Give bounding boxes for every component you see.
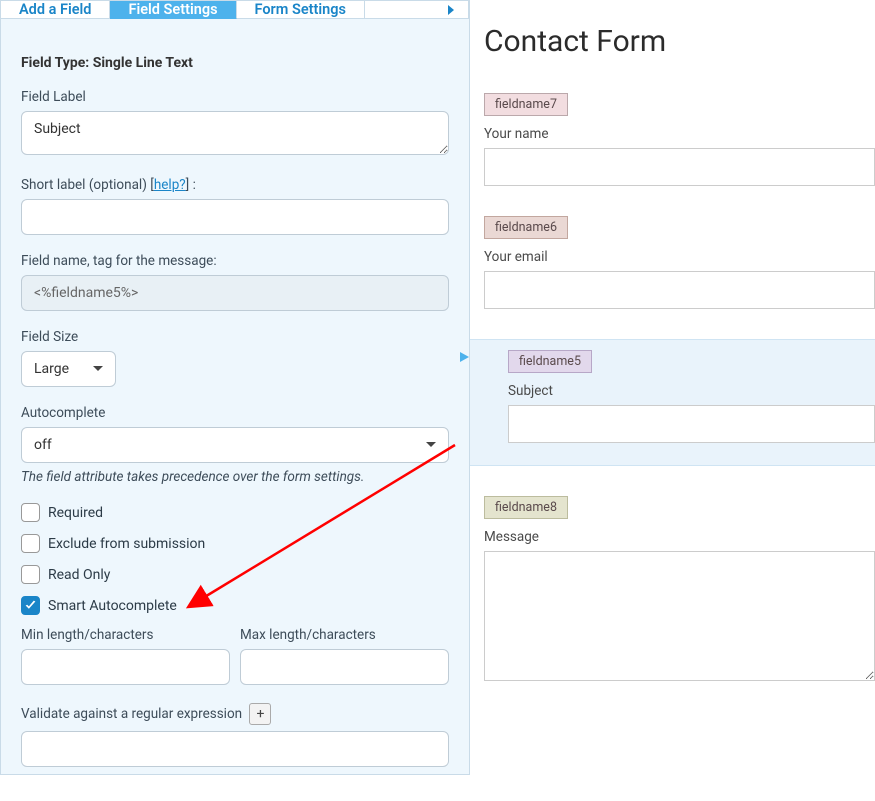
required-checkbox[interactable] [21, 503, 40, 522]
smart-autocomplete-checkbox[interactable] [21, 596, 40, 615]
tab-form-settings[interactable]: Form Settings [237, 1, 365, 19]
readonly-label: Read Only [48, 567, 110, 583]
preview-field-label: Your email [484, 249, 875, 265]
max-length-label: Max length/characters [240, 627, 449, 643]
preview-field-label: Message [484, 529, 875, 545]
preview-field-input[interactable] [484, 551, 875, 681]
preview-field-input[interactable] [484, 148, 875, 186]
autocomplete-note: The field attribute takes precedence ove… [21, 469, 449, 485]
field-tag: fieldname6 [484, 216, 568, 239]
form-title: Contact Form [484, 24, 875, 59]
max-length-input[interactable] [240, 649, 449, 685]
preview-field-fieldname5[interactable]: fieldname5 Subject [470, 339, 875, 466]
field-size-label: Field Size [21, 329, 449, 345]
preview-field-fieldname6[interactable]: fieldname6 Your email [484, 216, 875, 309]
min-length-input[interactable] [21, 649, 230, 685]
preview-field-label: Subject [508, 383, 875, 399]
regex-input[interactable] [21, 731, 449, 767]
exclude-checkbox[interactable] [21, 534, 40, 553]
short-label-input[interactable] [21, 199, 449, 235]
field-size-select[interactable]: Large [21, 351, 116, 387]
field-tag: fieldname5 [508, 350, 592, 373]
field-label-input[interactable]: Subject [21, 111, 449, 155]
selected-caret-icon [460, 352, 469, 362]
field-name-input [21, 275, 449, 311]
tab-field-settings[interactable]: Field Settings [110, 1, 236, 19]
field-tag: fieldname7 [484, 93, 568, 116]
short-label-label: Short label (optional) [help?] : [21, 177, 449, 193]
smart-autocomplete-label: Smart Autocomplete [48, 598, 177, 614]
readonly-checkbox[interactable] [21, 565, 40, 584]
tab-overflow[interactable] [365, 1, 469, 19]
preview-field-fieldname8[interactable]: fieldname8 Message [484, 496, 875, 685]
form-preview: Contact Form fieldname7Your namefieldnam… [470, 0, 875, 775]
preview-field-input[interactable] [484, 271, 875, 309]
caret-right-icon [446, 5, 456, 15]
field-tag: fieldname8 [484, 496, 568, 519]
preview-field-fieldname7[interactable]: fieldname7 Your name [484, 93, 875, 186]
required-label: Required [48, 505, 103, 521]
tabs: Add a Field Field Settings Form Settings [1, 1, 469, 19]
regex-label: Validate against a regular expression + [21, 703, 449, 725]
settings-panel: Add a Field Field Settings Form Settings… [0, 0, 470, 775]
regex-add-button[interactable]: + [249, 703, 271, 725]
field-label-label: Field Label [21, 89, 449, 105]
preview-field-label: Your name [484, 126, 875, 142]
preview-field-input[interactable] [508, 405, 875, 443]
exclude-label: Exclude from submission [48, 536, 205, 552]
check-icon [24, 599, 37, 612]
field-type-heading: Field Type: Single Line Text [21, 55, 449, 71]
help-link[interactable]: help? [154, 177, 186, 193]
min-length-label: Min length/characters [21, 627, 230, 643]
autocomplete-select[interactable]: off [21, 427, 449, 463]
tab-add-field[interactable]: Add a Field [1, 1, 110, 19]
field-name-label: Field name, tag for the message: [21, 253, 449, 269]
autocomplete-label: Autocomplete [21, 405, 449, 421]
